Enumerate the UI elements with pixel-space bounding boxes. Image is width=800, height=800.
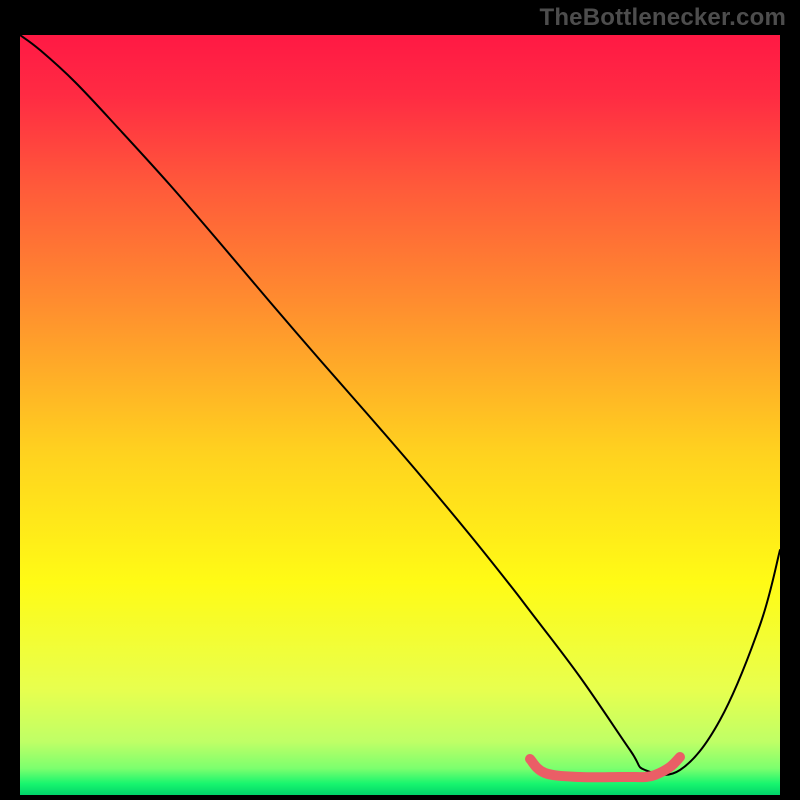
- chart-frame: TheBottlenecker.com: [0, 0, 800, 800]
- bottleneck-chart: [0, 0, 800, 800]
- gradient-background: [20, 35, 780, 795]
- watermark: TheBottlenecker.com: [539, 4, 786, 32]
